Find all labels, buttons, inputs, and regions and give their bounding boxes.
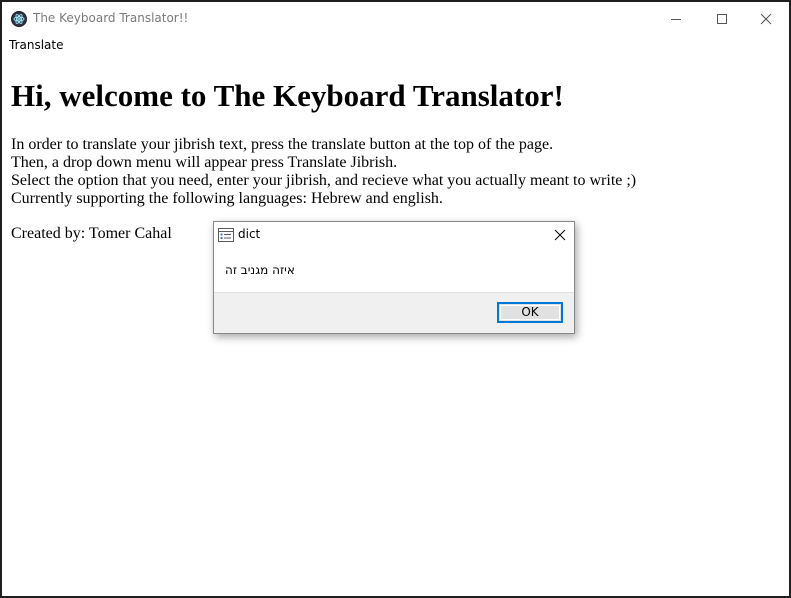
window-title: The Keyboard Translator!!: [33, 11, 189, 25]
electron-app-icon: [11, 11, 27, 27]
maximize-icon: [717, 14, 727, 24]
minimize-button[interactable]: [653, 2, 699, 35]
dialog-title: dict: [238, 227, 261, 241]
title-bar[interactable]: The Keyboard Translator!!: [2, 2, 789, 35]
dialog-close-button[interactable]: [546, 222, 574, 248]
menu-bar: Translate: [2, 35, 789, 57]
main-content: Hi, welcome to The Keyboard Translator! …: [11, 60, 781, 243]
minimize-icon: [671, 19, 681, 20]
intro-line: Select the option that you need, enter y…: [11, 172, 637, 189]
intro-line: Currently supporting the following langu…: [11, 190, 443, 207]
dialog-footer: OK: [214, 292, 574, 333]
dialog-window-icon: [218, 228, 234, 242]
page-title: Hi, welcome to The Keyboard Translator!: [11, 78, 564, 113]
app-window: The Keyboard Translator!! Translate Hi, …: [0, 0, 791, 598]
message-dialog: dict איזה מגניב זה OK: [213, 221, 575, 334]
close-icon: [554, 229, 566, 241]
intro-text: In order to translate your jibrish text,…: [11, 136, 781, 208]
intro-line: Then, a drop down menu will appear press…: [11, 154, 398, 171]
close-window-button[interactable]: [743, 2, 789, 35]
dialog-body: איזה מגניב זה: [214, 248, 574, 292]
dialog-title-bar[interactable]: dict: [214, 222, 574, 248]
intro-line: In order to translate your jibrish text,…: [11, 136, 554, 153]
ok-button[interactable]: OK: [497, 302, 563, 323]
maximize-button[interactable]: [699, 2, 745, 35]
close-icon: [760, 13, 772, 25]
menu-item-translate[interactable]: Translate: [9, 38, 64, 52]
dialog-message: איזה מגניב זה: [225, 263, 295, 277]
